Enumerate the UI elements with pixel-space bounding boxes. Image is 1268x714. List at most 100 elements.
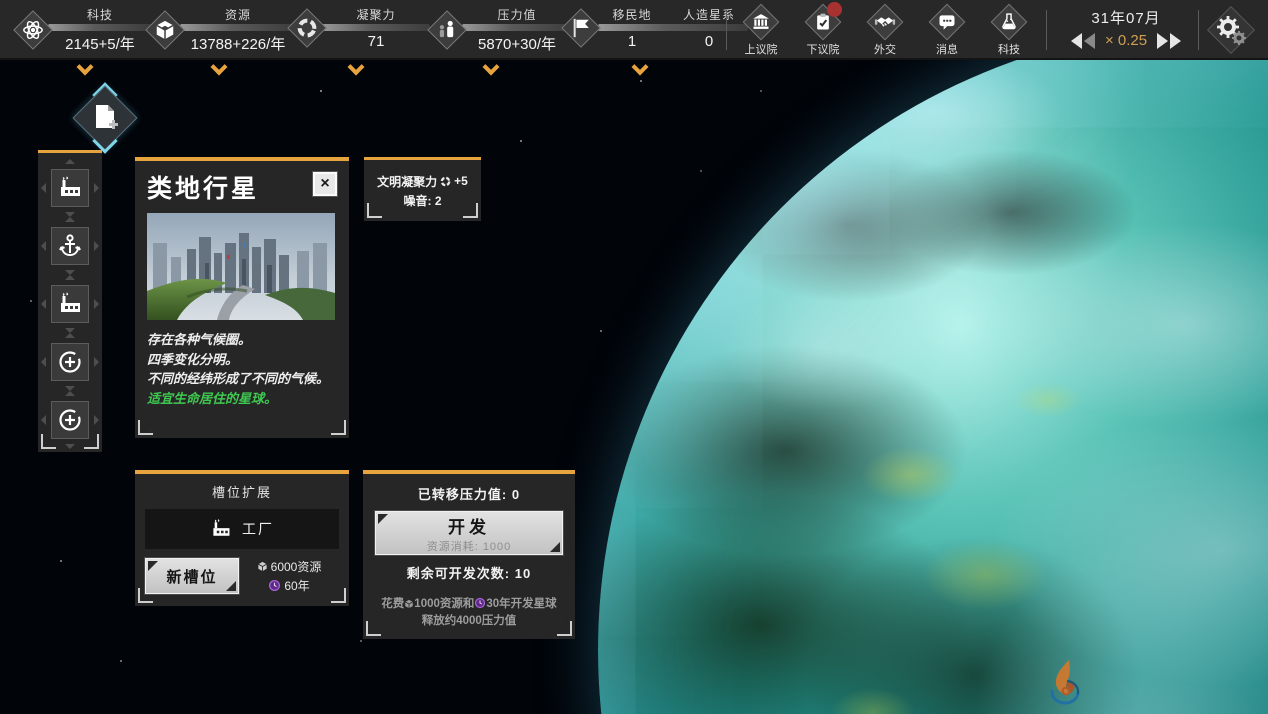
lower-house-button[interactable]: 下议院	[792, 4, 854, 57]
stat-pressure[interactable]: 压力值 5870+30/年	[428, 6, 572, 54]
planet-description-line: 存在各种气候圈。	[147, 330, 337, 350]
planet[interactable]	[598, 25, 1268, 714]
toolbar-slot	[38, 333, 102, 391]
handshake-icon	[867, 4, 903, 40]
arrow-left-icon	[41, 183, 46, 193]
planet-habitability-note: 适宜生命居住的星球。	[147, 389, 337, 409]
planet-description-line: 不同的经纬形成了不同的气候。	[147, 369, 337, 389]
stat-label: 资源	[225, 6, 251, 23]
topbar-buttons: 上议院 下议院 外交	[730, 4, 1040, 57]
arrow-right-icon	[94, 183, 99, 193]
harbor-slot-button[interactable]	[51, 227, 89, 265]
clipboard-check-icon	[805, 4, 841, 40]
button-label: 消息	[936, 41, 958, 57]
messages-button[interactable]: 消息	[916, 4, 978, 57]
stat-value: 5870+30/年	[478, 33, 556, 54]
existing-slot-row[interactable]: 工厂	[145, 509, 339, 549]
upper-house-button[interactable]: 上议院	[730, 4, 792, 57]
rewind-icon	[1071, 33, 1082, 49]
new-report-button[interactable]	[75, 88, 135, 148]
factory-slot-button[interactable]	[51, 169, 89, 207]
atom-icon	[14, 11, 52, 49]
settings-button[interactable]	[1208, 7, 1254, 53]
planet-surface-image	[147, 213, 335, 320]
diplomacy-button[interactable]: 外交	[854, 4, 916, 57]
toolbar-slot	[38, 217, 102, 275]
time-cost-value: 60年	[284, 577, 309, 594]
planet-title: 类地行星	[147, 169, 259, 205]
note-text: 花费	[381, 598, 404, 610]
anchor-icon	[57, 233, 83, 259]
button-label: 科技	[998, 41, 1020, 57]
arrow-left-icon	[41, 299, 46, 309]
factory-icon	[57, 291, 83, 317]
game-date: 31年07月	[1091, 7, 1160, 28]
forward-icon	[1170, 33, 1181, 49]
close-button[interactable]: ×	[313, 172, 337, 196]
time-cost: 60年	[268, 577, 309, 594]
stat-bar	[48, 24, 152, 31]
arrow-down-icon	[65, 444, 75, 449]
people-icon	[428, 11, 466, 49]
speed-down-button[interactable]	[1071, 33, 1095, 49]
rewind-icon	[1084, 33, 1095, 49]
arrow-right-icon	[94, 241, 99, 251]
cohesion-icon	[440, 176, 451, 187]
factory-icon	[57, 175, 83, 201]
stat-value: 71	[368, 33, 385, 50]
flask-icon	[991, 4, 1027, 40]
game-logo	[1042, 658, 1088, 708]
stat-cohesion[interactable]: 凝聚力 71	[288, 6, 430, 50]
stat-colonies[interactable]: 移民地 人造星系 1 0	[562, 6, 750, 50]
toolbar-slot	[38, 391, 102, 449]
forward-icon	[1157, 33, 1168, 49]
button-label: 外交	[874, 41, 896, 57]
empty-slot-button[interactable]	[51, 343, 89, 381]
build-toolbar	[38, 150, 102, 452]
cohesion-icon	[288, 9, 326, 47]
stat-bar	[462, 24, 572, 31]
cube-icon	[404, 599, 414, 609]
cohesion-tooltip-panel: 文明凝聚力 +5 噪音: 2	[364, 157, 481, 221]
toolbar-slot	[38, 159, 102, 217]
stat-tech[interactable]: 科技 2145+5/年	[14, 6, 152, 54]
button-label: 下议院	[807, 41, 840, 57]
arrow-left-icon	[41, 415, 46, 425]
arrow-right-icon	[94, 415, 99, 425]
chat-icon	[929, 4, 965, 40]
toolbar-slot	[38, 275, 102, 333]
bank-icon	[743, 4, 779, 40]
resource-cost: 6000资源	[257, 558, 322, 575]
notification-badge	[827, 2, 842, 17]
close-icon: ×	[320, 175, 329, 193]
note-text: 30年开发星球	[486, 598, 556, 610]
develop-button[interactable]: 开发 资源消耗: 1000	[375, 511, 563, 555]
slot-building-label: 工厂	[242, 519, 274, 539]
slot-expansion-panel: 槽位扩展 工厂 新槽位 6000资源 60年	[135, 470, 349, 606]
remaining-develops: 剩余可开发次数: 10	[375, 563, 563, 582]
stat-value: 13788+226/年	[191, 33, 286, 54]
tech-button[interactable]: 科技	[978, 4, 1040, 57]
arrow-up-icon	[65, 391, 75, 396]
factory-slot-button[interactable]	[51, 285, 89, 323]
divider	[1198, 10, 1199, 50]
new-slot-button-label: 新槽位	[166, 566, 217, 587]
empty-slot-button[interactable]	[51, 401, 89, 439]
speed-up-button[interactable]	[1157, 33, 1181, 49]
transferred-pressure: 已转移压力值: 0	[375, 484, 563, 503]
stat-resources[interactable]: 资源 13788+226/年	[146, 6, 296, 54]
arrow-right-icon	[94, 357, 99, 367]
noise-value: 噪音: 2	[403, 192, 441, 209]
stat-label: 凝聚力	[356, 6, 395, 23]
develop-panel: 已转移压力值: 0 开发 资源消耗: 1000 剩余可开发次数: 10 花费10…	[363, 470, 575, 639]
new-slot-button[interactable]: 新槽位	[145, 558, 239, 594]
top-resource-bar: 科技 2145+5/年 资源 13788+226/年 凝聚力 71	[0, 0, 1268, 60]
button-label: 上议院	[745, 41, 778, 57]
stat-value: 1	[596, 33, 668, 50]
arrow-up-icon	[65, 217, 75, 222]
stat-label: 移民地	[596, 6, 668, 23]
stat-label: 压力值	[497, 6, 536, 23]
cohesion-bonus-value: +5	[454, 174, 468, 188]
game-speed: × 0.25	[1105, 32, 1147, 49]
stat-value: 2145+5/年	[65, 33, 135, 54]
